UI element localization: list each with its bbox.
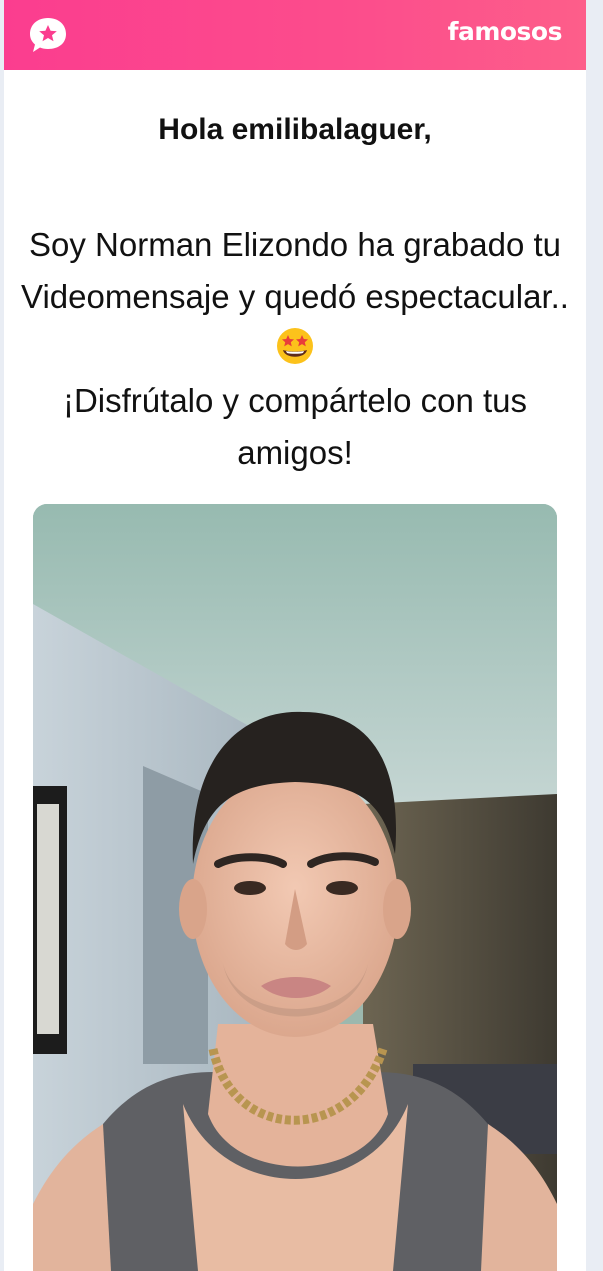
greeting-heading: Hola emilibalaguer,: [158, 113, 432, 146]
message-paragraph-1: Soy Norman Elizondo ha grabado tu Videom…: [4, 219, 586, 375]
video-player[interactable]: [33, 504, 557, 1271]
chat-bubble-star-icon[interactable]: [28, 16, 68, 54]
message-text: Soy Norman Elizondo ha grabado tu Videom…: [4, 219, 586, 479]
page: famosos Hola emilibalaguer, Soy Norman E…: [4, 0, 586, 1271]
video-thumbnail-image[interactable]: [33, 504, 557, 1271]
app-header: famosos: [4, 0, 586, 70]
page-edge: [586, 0, 603, 1271]
message-paragraph-2: ¡Disfrútalo y compártelo con tus amigos!: [62, 382, 527, 471]
brand-logo-text[interactable]: famosos: [448, 17, 563, 46]
star-struck-emoji-icon: [277, 328, 313, 364]
message-line-1: Soy Norman Elizondo ha grabado tu Videom…: [21, 226, 569, 315]
